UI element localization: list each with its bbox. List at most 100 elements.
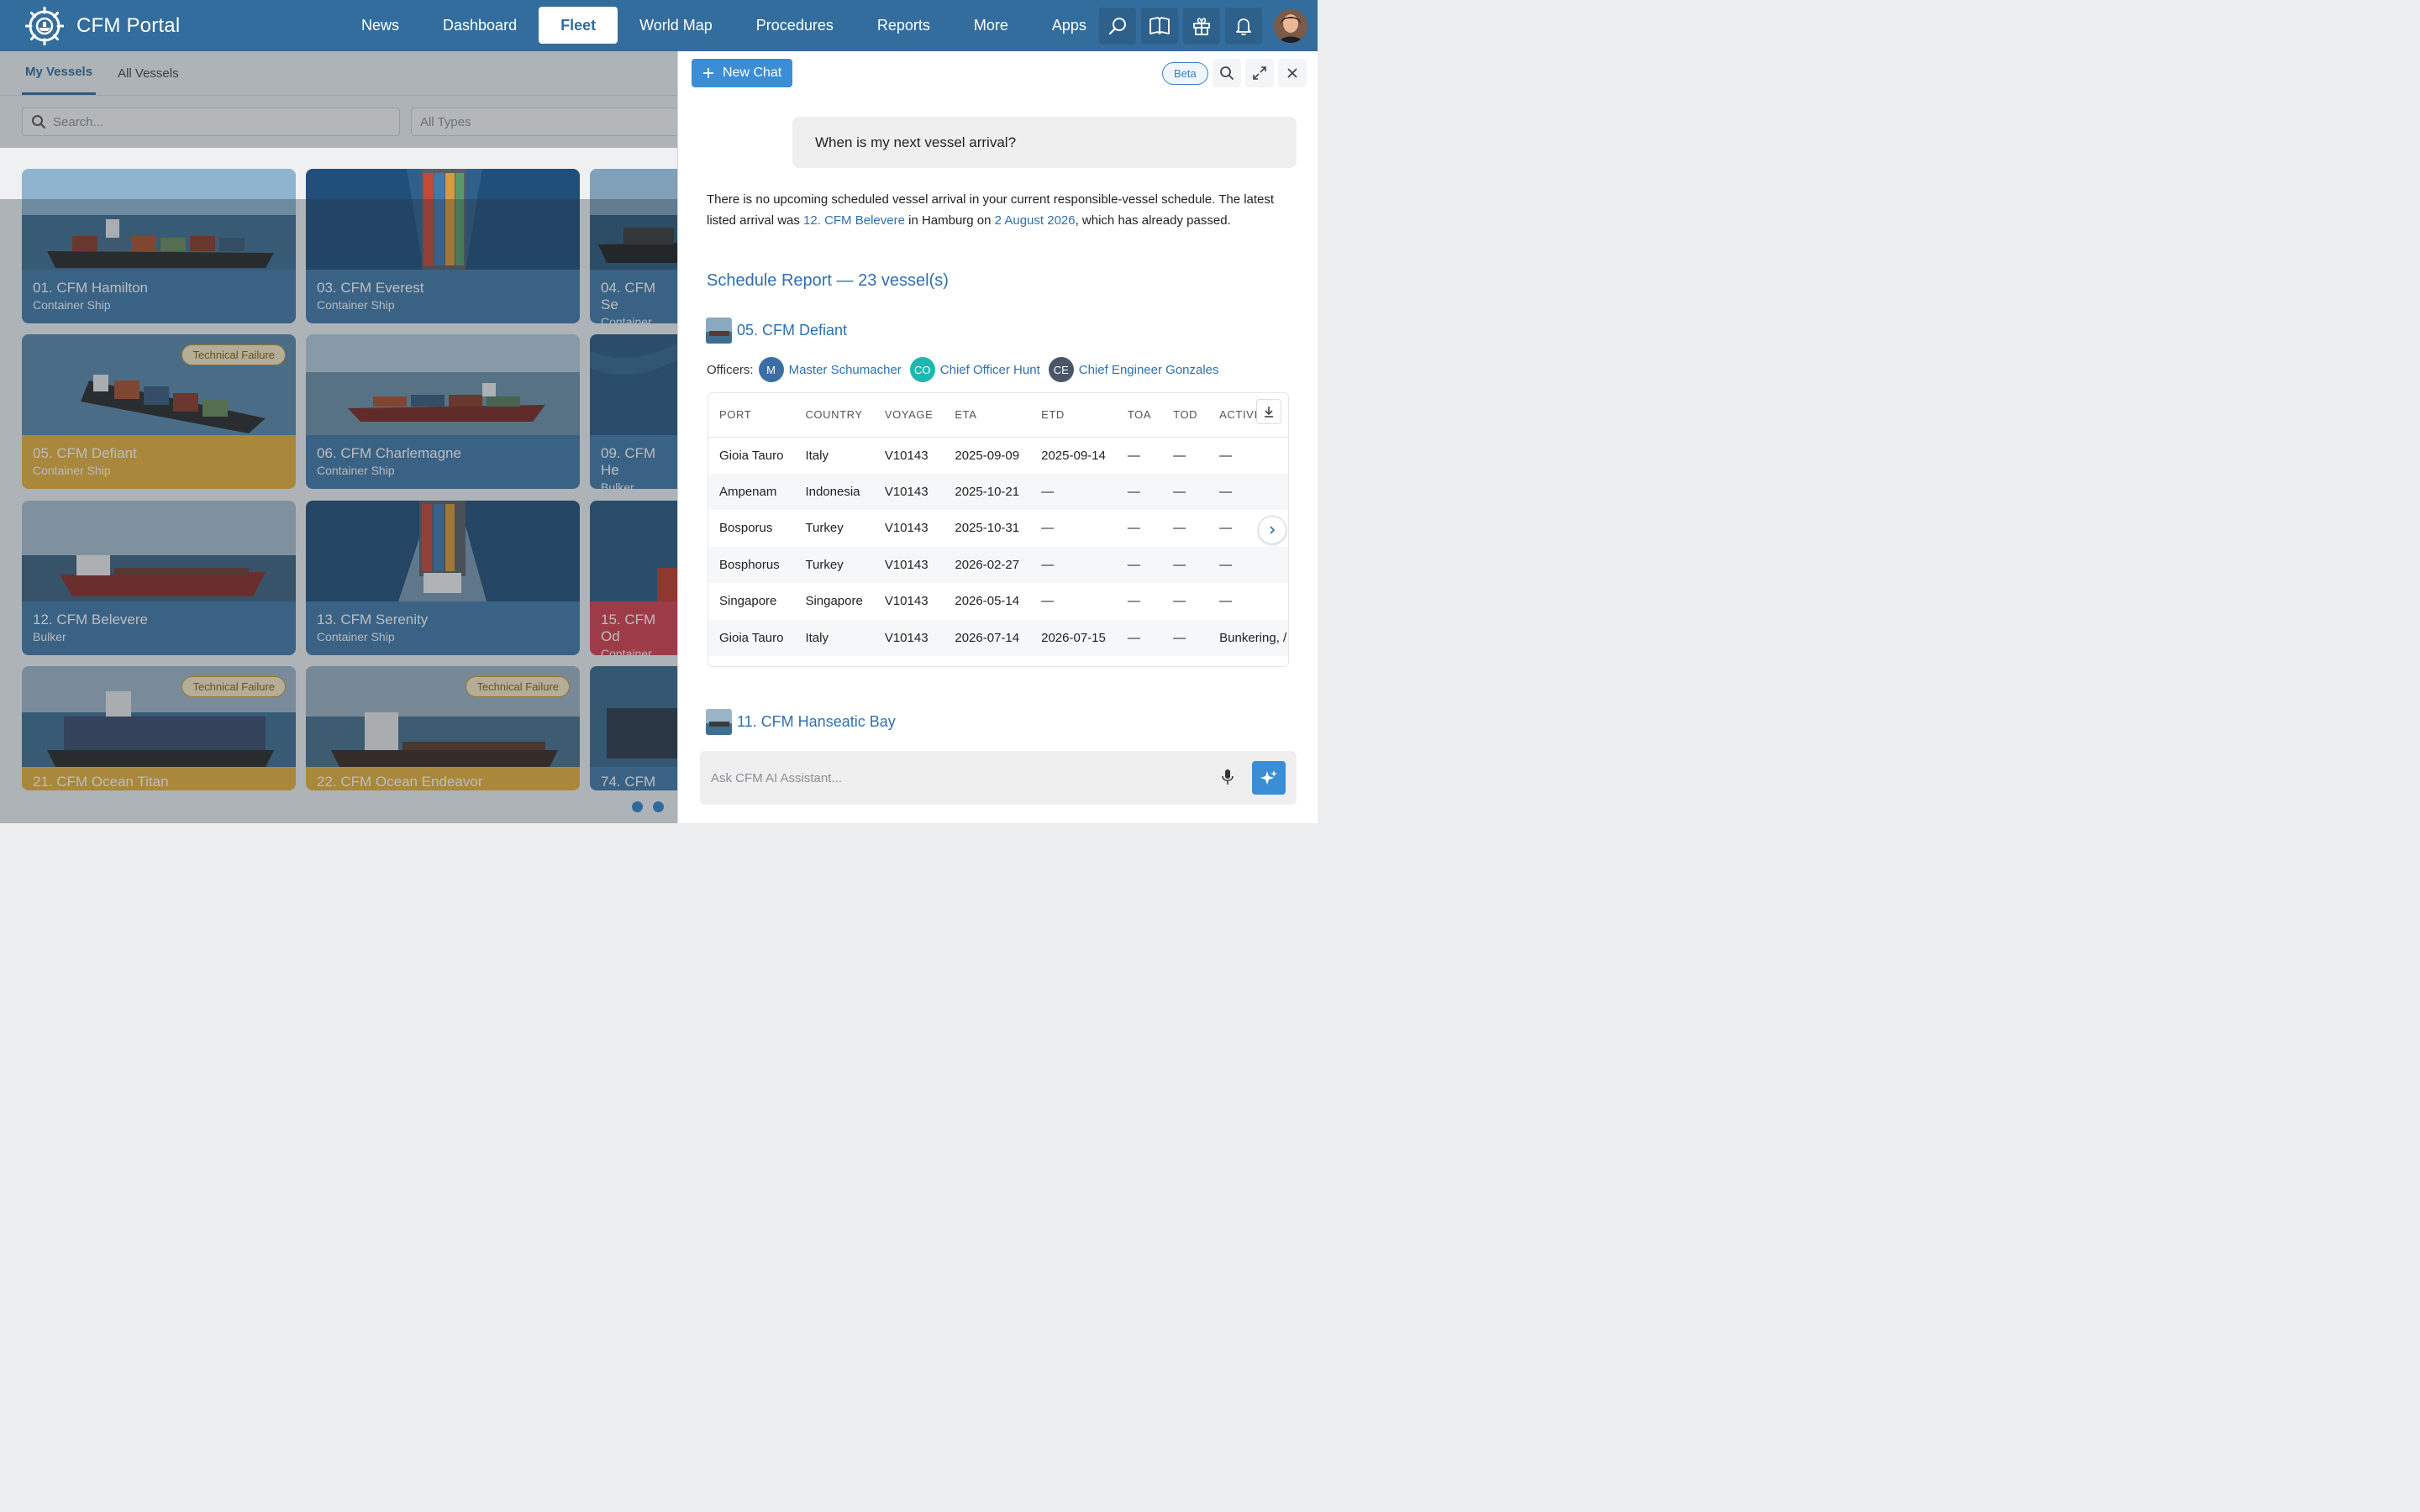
type-filter-select[interactable]: All Types xyxy=(411,108,688,136)
nav-reports[interactable]: Reports xyxy=(855,7,952,44)
table-cell: — xyxy=(1030,546,1117,583)
page-dot[interactable] xyxy=(632,801,643,812)
vessel-card[interactable]: Technical Failure 05. CFM Defiant Contai… xyxy=(22,334,296,489)
table-cell: — xyxy=(1030,473,1117,510)
vessel-card[interactable]: 03. CFM Everest Container Ship xyxy=(306,169,580,323)
vessel-photo xyxy=(306,501,580,601)
table-cell: Gioia Tauro xyxy=(719,448,784,463)
table-cell: — xyxy=(1041,521,1055,536)
gift-button[interactable] xyxy=(1183,8,1220,45)
nav-world-map[interactable]: World Map xyxy=(618,7,734,44)
table-cell: Bosporus xyxy=(719,521,773,536)
main-nav: News Dashboard Fleet World Map Procedure… xyxy=(339,7,1108,44)
brand[interactable]: CFM Portal xyxy=(25,7,180,45)
table-cell: — xyxy=(1208,546,1288,583)
search-button[interactable] xyxy=(1099,8,1136,45)
vessel-section-header[interactable]: 11. CFM Hanseatic Bay xyxy=(706,709,896,735)
microphone-icon[interactable] xyxy=(1221,768,1234,786)
search-icon xyxy=(1108,18,1126,35)
table-scroll-right-button[interactable] xyxy=(1258,516,1286,544)
table-cell: — xyxy=(1162,473,1209,510)
table-cell: Turkey xyxy=(794,546,874,583)
vessel-name: 05. CFM Defiant xyxy=(33,445,137,461)
vessel-card[interactable]: 04. CFM Se Container Shi xyxy=(590,169,677,323)
expand-button[interactable] xyxy=(1245,59,1274,87)
officers-label: Officers: xyxy=(707,362,754,377)
tab-all-vessels[interactable]: All Vessels xyxy=(114,51,182,95)
officer-chip[interactable]: M Master Schumacher xyxy=(758,357,902,382)
vessel-card[interactable]: 12. CFM Belevere Bulker xyxy=(22,501,296,655)
nav-dashboard[interactable]: Dashboard xyxy=(421,7,539,44)
table-cell: — xyxy=(1219,594,1233,609)
table-cell: V10143 xyxy=(873,546,944,583)
vessel-info: 05. CFM Defiant Container Ship xyxy=(22,435,296,489)
table-cell: V10143 xyxy=(884,521,929,536)
report-title: Schedule Report — 23 vessel(s) xyxy=(707,271,949,290)
officer-name: Chief Engineer Gonzales xyxy=(1078,362,1219,377)
table-cell: 2025-10-31 xyxy=(955,521,1020,536)
nav-more[interactable]: More xyxy=(952,7,1030,44)
vessel-card[interactable]: Technical Failure 22. CFM Ocean Endeavor xyxy=(306,666,580,790)
vessel-photo xyxy=(306,169,580,270)
user-avatar[interactable] xyxy=(1274,9,1307,43)
new-chat-button[interactable]: New Chat xyxy=(692,59,793,87)
vessel-card[interactable]: 15. CFM Od Container Shi xyxy=(590,501,677,655)
vessel-link[interactable]: 12. CFM Belevere xyxy=(803,213,905,228)
table-cell: — xyxy=(1162,546,1209,583)
vessel-info: 15. CFM Od Container Shi xyxy=(590,601,677,655)
date-link[interactable]: 2 August 2026 xyxy=(995,213,1076,228)
notifications-button[interactable] xyxy=(1225,8,1262,45)
officer-initials: CO xyxy=(909,357,935,382)
chat-search-button[interactable] xyxy=(1213,59,1241,87)
vessel-section-name: 05. CFM Defiant xyxy=(737,322,848,339)
table-row: Ampenam Indonesia V10143 2025-10-21— — — — xyxy=(708,473,1288,510)
vessel-type: Container Shi xyxy=(601,315,652,323)
vessel-card[interactable]: 01. CFM Hamilton Container Ship xyxy=(22,169,296,323)
column-header: ETA xyxy=(944,393,1031,438)
page-dot[interactable] xyxy=(653,801,664,812)
vessel-name: 21. CFM Ocean Titan xyxy=(33,774,169,790)
table-cell: 2026-07-15 xyxy=(1030,619,1117,656)
tab-my-vessels[interactable]: My Vessels xyxy=(22,51,97,95)
nav-fleet[interactable]: Fleet xyxy=(539,7,618,44)
vessel-card[interactable]: 13. CFM Serenity Container Ship xyxy=(306,501,580,655)
vessel-card[interactable]: 74. CFM Vo xyxy=(590,666,677,790)
vessel-info: 06. CFM Charlemagne Container Ship xyxy=(306,435,580,489)
vessel-name: 13. CFM Serenity xyxy=(317,612,429,627)
vessel-card[interactable]: Technical Failure 21. CFM Ocean Titan xyxy=(22,666,296,790)
close-button[interactable] xyxy=(1278,59,1307,87)
chat-input-placeholder: Ask CFM AI Assistant... xyxy=(711,770,842,785)
vessel-name: 09. CFM He xyxy=(601,445,656,478)
table-cell: Bunkering, / xyxy=(1208,619,1288,656)
download-button[interactable] xyxy=(1256,399,1281,424)
column-header: ETD xyxy=(1030,393,1117,438)
nav-apps[interactable]: Apps xyxy=(1030,7,1108,44)
table-cell: — xyxy=(1208,473,1288,510)
vessel-info: 01. CFM Hamilton Container Ship xyxy=(22,270,296,323)
vessel-info: 03. CFM Everest Container Ship xyxy=(306,270,580,323)
nav-news[interactable]: News xyxy=(339,7,421,44)
download-icon xyxy=(1265,407,1273,417)
vessel-thumbnail xyxy=(706,709,732,735)
table-row: Bosphorus Turkey V10143 2026-02-27— — — — xyxy=(708,546,1288,583)
nav-procedures[interactable]: Procedures xyxy=(734,7,855,44)
vessel-card[interactable]: 09. CFM He Bulker xyxy=(590,334,677,489)
send-button[interactable] xyxy=(1252,761,1286,795)
procedures-book-button[interactable] xyxy=(1141,8,1178,45)
vessel-type: Bulker xyxy=(33,630,66,643)
officer-chip[interactable]: CO Chief Officer Hunt xyxy=(909,357,1040,382)
table-cell: Italy xyxy=(805,448,829,463)
table-cell: 2025-10-21 xyxy=(944,473,1031,510)
vessel-name: 74. CFM Vo xyxy=(601,774,656,790)
vessel-section-header[interactable]: 05. CFM Defiant xyxy=(706,318,847,344)
table-cell: V10143 xyxy=(884,448,929,463)
table-cell: — xyxy=(1116,546,1163,583)
user-avatar-image xyxy=(1274,9,1307,43)
officer-chip[interactable]: CE Chief Engineer Gonzales xyxy=(1048,357,1219,382)
ship-wheel-logo-icon xyxy=(25,7,64,45)
vessel-card[interactable]: 06. CFM Charlemagne Container Ship xyxy=(306,334,580,489)
vessel-search-input[interactable]: Search... xyxy=(22,108,400,136)
table-cell: — xyxy=(1219,448,1233,463)
officer-name: Chief Officer Hunt xyxy=(939,362,1040,377)
chat-input[interactable]: Ask CFM AI Assistant... xyxy=(700,751,1297,805)
